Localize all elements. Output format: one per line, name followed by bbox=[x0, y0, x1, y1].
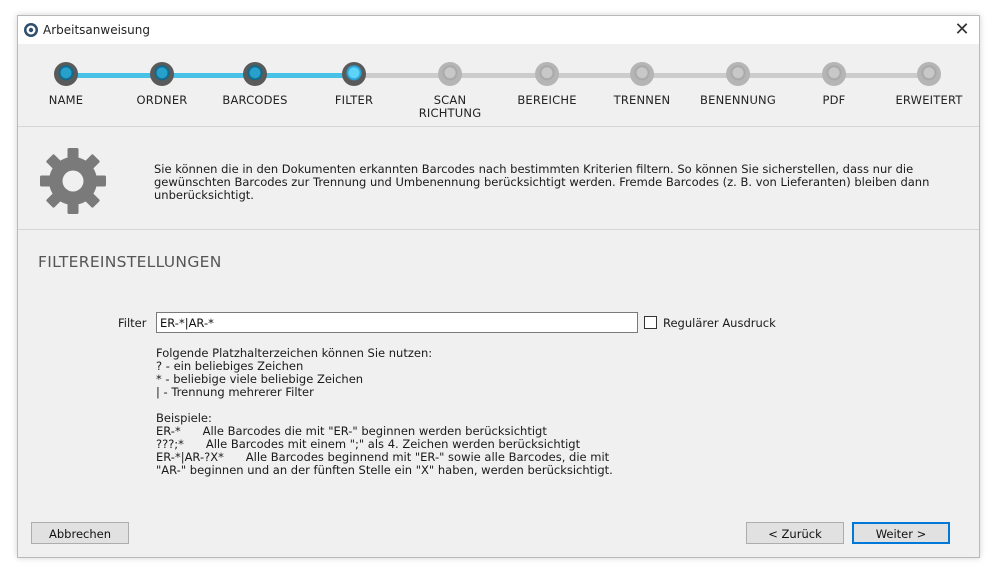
step-connector bbox=[547, 73, 642, 78]
divider bbox=[18, 229, 979, 230]
step-indicator bbox=[150, 62, 174, 86]
next-button[interactable]: Weiter > bbox=[852, 522, 950, 544]
step-label: NAME bbox=[48, 93, 84, 107]
step-indicator bbox=[630, 62, 654, 86]
step-indicator bbox=[438, 62, 462, 86]
step-label: BARCODES bbox=[222, 93, 288, 107]
step-connector bbox=[738, 73, 834, 78]
step-label: BEREICHE bbox=[517, 93, 577, 107]
help-text: Folgende Platzhalterzeichen können Sie n… bbox=[156, 347, 613, 477]
filter-label: Filter bbox=[118, 316, 147, 330]
window-title: Arbeitsanweisung bbox=[43, 23, 151, 37]
step-label: TRENNEN bbox=[613, 93, 671, 107]
info-text: Sie können die in den Dokumenten erkannt… bbox=[154, 163, 954, 202]
divider bbox=[18, 126, 979, 127]
help-line: "AR-" beginnen und an der fünften Stelle… bbox=[156, 463, 613, 477]
step-label: FILTER bbox=[334, 93, 374, 107]
help-line: | - Trennung mehrerer Filter bbox=[156, 385, 314, 399]
step-connector bbox=[642, 73, 738, 78]
section-title: FILTEREINSTELLUNGEN bbox=[38, 253, 222, 271]
back-button[interactable]: < Zurück bbox=[746, 522, 844, 544]
gear-icon bbox=[38, 146, 108, 216]
step-indicator bbox=[243, 62, 267, 86]
step-indicator bbox=[726, 62, 750, 86]
step-indicator bbox=[917, 62, 941, 86]
app-icon bbox=[24, 23, 38, 37]
step-label: BENENNUNG bbox=[700, 93, 776, 107]
step-indicator bbox=[535, 62, 559, 86]
regex-checkbox[interactable] bbox=[644, 316, 657, 329]
step-connector bbox=[354, 73, 450, 78]
close-button[interactable]: ✕ bbox=[945, 16, 979, 44]
step-connector bbox=[255, 73, 354, 78]
info-line: unberücksichtigt. bbox=[154, 188, 254, 202]
step-indicator bbox=[342, 62, 366, 86]
step-label: PDF bbox=[822, 93, 846, 107]
info-line: gewünschten Barcodes zur Trennung und Um… bbox=[154, 175, 930, 189]
step-connector bbox=[66, 73, 162, 78]
regex-checkbox-label[interactable]: Regulärer Ausdruck bbox=[663, 316, 776, 330]
cancel-button[interactable]: Abbrechen bbox=[31, 522, 129, 544]
step-label: ERWEITERT bbox=[895, 93, 963, 107]
wizard-stepper: NAME ORDNER BARCODES FILTER SCAN RICHTUNG BER… bbox=[18, 44, 979, 126]
step-connector bbox=[162, 73, 255, 78]
step-connector bbox=[834, 73, 929, 78]
step-indicator bbox=[54, 62, 78, 86]
filter-input[interactable] bbox=[156, 312, 638, 333]
title-bar: Arbeitsanweisung ✕ bbox=[18, 16, 979, 44]
step-label: SCAN RICHTUNG bbox=[418, 93, 482, 120]
wizard-window: Arbeitsanweisung ✕ NAME ORDNER BARCODES FIL… bbox=[17, 15, 980, 558]
help-line bbox=[156, 399, 613, 412]
step-indicator bbox=[822, 62, 846, 86]
step-connector bbox=[450, 73, 547, 78]
